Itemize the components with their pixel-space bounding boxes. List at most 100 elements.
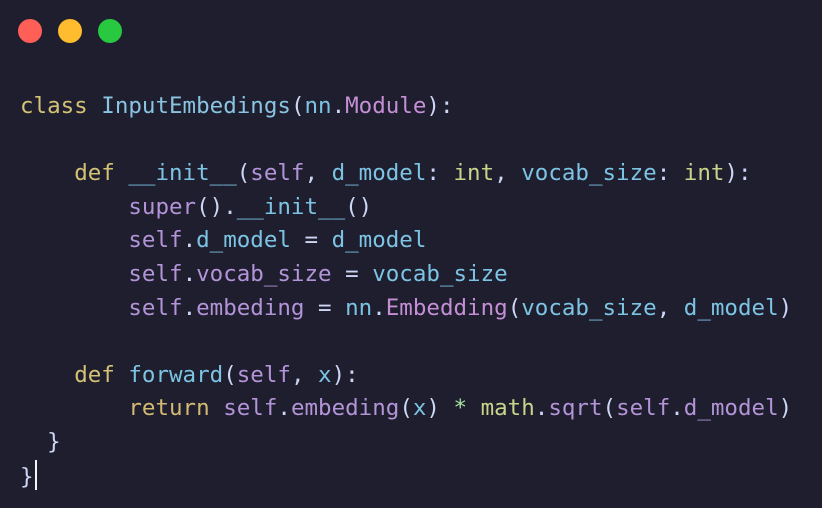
code-token: super (128, 193, 197, 220)
code-token: ): (426, 93, 454, 119)
code-token: = (290, 227, 332, 254)
code-token: self (128, 227, 183, 254)
code-token: d_model (683, 294, 779, 321)
code-token: () (345, 193, 373, 220)
code-token: Module (345, 93, 427, 119)
code-token: , (290, 361, 319, 388)
code-line: self.vocab_size = vocab_size (20, 258, 792, 292)
code-line: self.d_model = d_model (20, 224, 792, 258)
code-token: self (128, 260, 183, 287)
code-token: x (412, 395, 427, 422)
text-cursor (34, 459, 37, 490)
code-token: self (250, 160, 305, 187)
code-token: ) (778, 294, 793, 321)
code-token: self (236, 361, 291, 388)
code-token: . (534, 395, 549, 422)
code-line: } (20, 426, 792, 460)
code-token: d_model (331, 160, 427, 187)
code-token: d_model (331, 227, 427, 254)
code-token: } (20, 463, 34, 490)
code-token: , (494, 160, 522, 187)
code-token: ( (290, 93, 305, 119)
code-token: ): (724, 160, 752, 187)
code-token: (). (196, 193, 237, 220)
code-token: nn (304, 93, 332, 119)
code-token: class (20, 93, 88, 119)
code-token: ( (223, 361, 237, 388)
code-token: return (128, 395, 210, 422)
code-token: self (128, 294, 183, 321)
code-token: ) (426, 395, 454, 422)
code-token: forward (128, 361, 224, 388)
code-token: Embedding (385, 294, 508, 321)
code-token: ( (602, 395, 617, 422)
code-token: vocab_size (372, 260, 508, 287)
close-button[interactable] (18, 19, 42, 43)
code-token: __init__ (128, 160, 237, 187)
code-token: . (182, 294, 197, 321)
code-token: __init__ (236, 193, 346, 220)
code-token: . (670, 395, 684, 422)
code-token: def (74, 160, 115, 187)
code-token: . (182, 260, 197, 287)
code-token: self (223, 395, 278, 422)
code-token: . (372, 294, 386, 321)
code-token: sqrt (548, 395, 603, 422)
code-token: d_model (196, 227, 291, 254)
window-titlebar (0, 0, 822, 64)
code-line: self.embeding = nn.Embedding(vocab_size,… (20, 292, 792, 326)
code-token: d_model (683, 395, 779, 422)
code-editor[interactable]: class InputEmbedings(nn.Module): def __i… (20, 90, 792, 493)
code-token: nn (345, 294, 373, 321)
code-token: ( (236, 160, 251, 187)
code-token: } (20, 428, 61, 455)
code-token: int (683, 160, 725, 187)
code-line: } (20, 459, 792, 494)
code-token: int (453, 160, 495, 187)
code-token: : (656, 160, 684, 187)
code-token: . (277, 395, 291, 422)
code-token: : (426, 160, 454, 187)
code-token: , (304, 160, 332, 187)
code-token: vocab_size (196, 260, 332, 287)
code-token: vocab_size (521, 294, 657, 321)
zoom-button[interactable] (98, 19, 122, 43)
code-token: . (182, 227, 197, 254)
code-token: ( (399, 395, 413, 422)
code-token: ( (507, 294, 522, 321)
code-line: def forward(self, x): (20, 359, 792, 393)
code-token: def (74, 361, 115, 388)
code-token: math (480, 395, 535, 422)
minimize-button[interactable] (58, 19, 82, 43)
code-token: self (616, 395, 671, 422)
code-token: embeding (196, 294, 305, 321)
code-token: ): (331, 361, 359, 388)
code-token: . (331, 93, 346, 119)
code-token: x (318, 361, 332, 388)
code-token: * (453, 395, 468, 422)
code-token: = (304, 294, 346, 321)
code-line: def __init__(self, d_model: int, vocab_s… (20, 157, 792, 191)
code-token: = (331, 260, 373, 287)
code-token: InputEmbedings (101, 93, 291, 119)
code-window: class InputEmbedings(nn.Module): def __i… (0, 0, 822, 508)
code-token: ) (778, 395, 793, 422)
code-token: vocab_size (521, 160, 657, 187)
code-line: super().__init__() (20, 191, 792, 225)
code-token: , (656, 294, 684, 321)
code-line: return self.embeding(x) * math.sqrt(self… (20, 392, 792, 426)
